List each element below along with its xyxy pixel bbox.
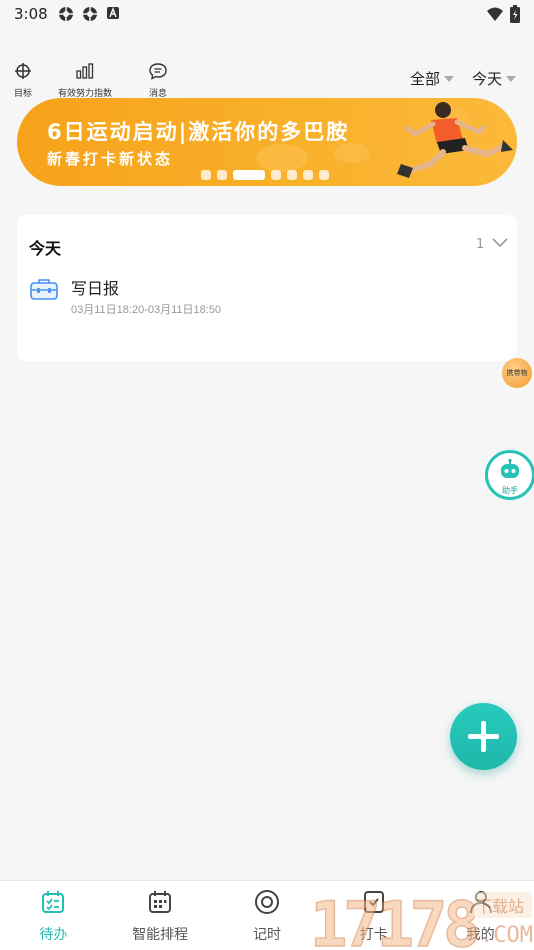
carry-items-label: 携带物: [506, 369, 528, 377]
battery-icon: [510, 5, 520, 27]
todo-calendar-check-icon: [40, 889, 66, 919]
carousel-dot[interactable]: [201, 170, 211, 180]
task-item[interactable]: 写日报 03月11日18:20-03月11日18:50: [29, 275, 499, 319]
caret-down-icon: [506, 75, 517, 82]
bottom-tab-bar: 待办 智能排程 记时 打卡 我的: [0, 880, 534, 950]
goal-button[interactable]: 目标: [14, 62, 32, 99]
runner-illustration: [397, 102, 513, 178]
scope-filter-label: 全部: [410, 70, 441, 88]
carousel-dot[interactable]: [303, 170, 313, 180]
checkin-icon: [361, 889, 387, 919]
tab-smart-schedule[interactable]: 智能排程: [107, 881, 214, 950]
today-card: 今天 1 写日报 03月11日18:20-03月11日18:50: [17, 215, 517, 361]
promo-banner[interactable]: 6日运动启动|激活你的多巴胺 新春打卡新状态: [17, 98, 517, 186]
bar-chart-icon: [75, 62, 95, 84]
today-card-title: 今天: [29, 239, 62, 258]
chevron-down-icon[interactable]: [491, 235, 509, 254]
crosshair-target-icon: [14, 62, 32, 84]
task-name: 写日报: [71, 279, 120, 298]
effort-index-button[interactable]: 有效努力指数: [58, 62, 112, 99]
briefcase-icon: [29, 277, 59, 305]
banner-headline: 6日运动启动|激活你的多巴胺: [47, 120, 350, 144]
assistant-label: 助手: [502, 486, 518, 495]
status-bar: 3:08: [0, 0, 534, 28]
messages-button[interactable]: 消息: [148, 62, 168, 99]
task-time-range: 03月11日18:20-03月11日18:50: [71, 304, 222, 316]
scope-filter[interactable]: 全部: [410, 68, 455, 89]
message-bubble-icon: [148, 62, 168, 84]
add-task-button[interactable]: [450, 703, 517, 770]
carousel-dot[interactable]: [287, 170, 297, 180]
tab-timer-label: 记时: [252, 927, 281, 943]
robot-icon: [498, 459, 522, 487]
a-letter-icon: [106, 6, 122, 22]
assistant-button[interactable]: 助手: [485, 450, 534, 500]
top-bar: 目标 有效努力指数 消息 全部 今天: [0, 60, 534, 99]
wifi-icon: [486, 6, 504, 26]
today-task-count: 1: [476, 237, 485, 252]
schedule-grid-icon: [147, 889, 173, 919]
banner-subline: 新春打卡新状态: [47, 150, 174, 168]
caret-down-icon: [444, 75, 455, 82]
date-filter-label: 今天: [472, 70, 503, 88]
tab-profile[interactable]: 我的: [427, 881, 534, 950]
settings-gear-icon: [58, 6, 74, 22]
carousel-dot[interactable]: [271, 170, 281, 180]
carousel-dot[interactable]: [217, 170, 227, 180]
carousel-dot[interactable]: [319, 170, 329, 180]
tab-profile-label: 我的: [466, 927, 495, 943]
tab-timer[interactable]: 记时: [214, 881, 321, 950]
tab-todo-label: 待办: [39, 927, 68, 943]
timer-circle-icon: [254, 889, 280, 919]
system-icons: [486, 5, 520, 27]
tab-checkin-label: 打卡: [359, 927, 388, 943]
profile-person-icon: [468, 889, 494, 919]
settings-gear-icon: [82, 6, 98, 22]
carousel-dot-active[interactable]: [233, 170, 265, 180]
carry-items-button[interactable]: 携带物: [502, 358, 532, 388]
status-time: 3:08: [14, 5, 48, 23]
tab-todo[interactable]: 待办: [0, 881, 107, 950]
date-filter[interactable]: 今天: [472, 68, 517, 89]
tab-smart-schedule-label: 智能排程: [132, 927, 189, 943]
tab-checkin[interactable]: 打卡: [320, 881, 427, 950]
carousel-indicator: [201, 170, 329, 180]
